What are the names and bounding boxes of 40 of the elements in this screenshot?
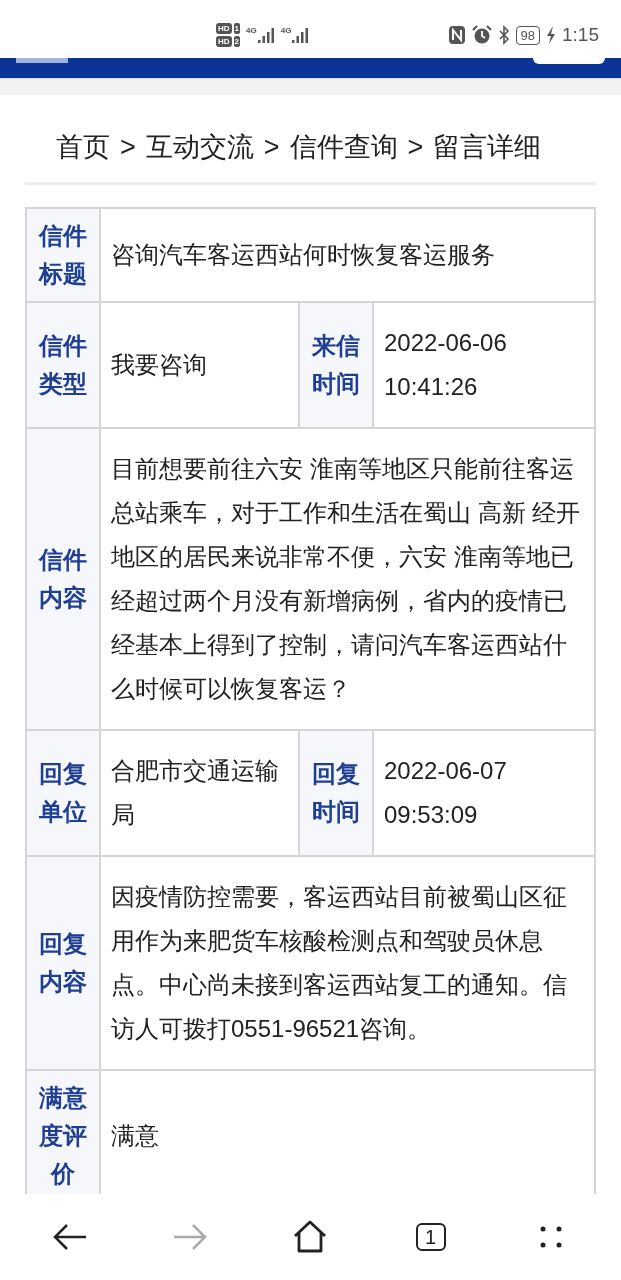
breadcrumb-link[interactable]: 互动交流 [145, 129, 254, 165]
signal-icon [291, 26, 310, 44]
date-time-value: 2022-06-06 10:41:26 [384, 328, 508, 402]
breadcrumb-link[interactable]: 留言详细 [433, 129, 542, 165]
network-label: 4G [246, 26, 257, 36]
field-label: 回复时间 [312, 759, 360, 827]
field-label: 信件类型 [39, 331, 87, 399]
breadcrumb-link[interactable]: 信件查询 [289, 129, 398, 165]
field-value: 我要咨询 [111, 350, 207, 380]
breadcrumb-link[interactable]: 首页 [56, 129, 110, 165]
breadcrumb-separator: > [120, 131, 136, 164]
signal-icon [256, 26, 275, 44]
back-arrow-icon[interactable] [52, 1222, 89, 1252]
nfc-icon [447, 25, 466, 45]
more-icon[interactable] [538, 1225, 563, 1249]
bluetooth-icon [497, 25, 510, 45]
field-value: 满意 [111, 1121, 159, 1151]
field-label: 回复单位 [39, 759, 87, 827]
field-label: 信件标题 [39, 221, 87, 289]
hd-badge: HD [216, 23, 232, 34]
hd-badge: HD [216, 36, 232, 47]
clock-time: 1:15 [562, 24, 599, 46]
battery-indicator: 98 [515, 25, 540, 45]
sim-slot-badge: 1 [233, 23, 240, 34]
breadcrumb-separator: > [407, 131, 424, 164]
field-label: 来信时间 [312, 331, 360, 399]
breadcrumb-separator: > [263, 131, 280, 164]
field-label: 信件内容 [39, 545, 87, 613]
field-value: 合肥市交通运输局 [111, 756, 280, 830]
tab-count-button[interactable]: 1 [415, 1223, 446, 1251]
field-value: 目前想要前往六安 淮南等地区只能前往客运总站乘车，对于工作和生活在蜀山 高新 经开地区的居民来说非常不便，六安 淮南等地已经超过两个月没有新增病例，省内的疫情已经基本上得到了控制，请问汽车客运西站什么时候可以恢复客运？ [111, 454, 582, 704]
field-value: 因疫情防控需要，客运西站目前被蜀山区征用作为来肥货车核酸检测点和驾驶员休息点。中心尚未接到客运西站复工的通知。信访人可拨打0551-96521咨询。 [111, 882, 568, 1044]
field-label: 满意度评价 [39, 1083, 87, 1189]
sim-slot-badge: 2 [233, 36, 240, 47]
date-time-value: 2022-06-07 09:53:09 [384, 756, 508, 830]
field-label: 回复内容 [39, 929, 87, 997]
field-value: 咨询汽车客运西站何时恢复客运服务 [111, 240, 495, 270]
header-button[interactable] [533, 58, 605, 64]
alarm-icon [471, 25, 492, 45]
network-label: 4G [280, 26, 292, 36]
